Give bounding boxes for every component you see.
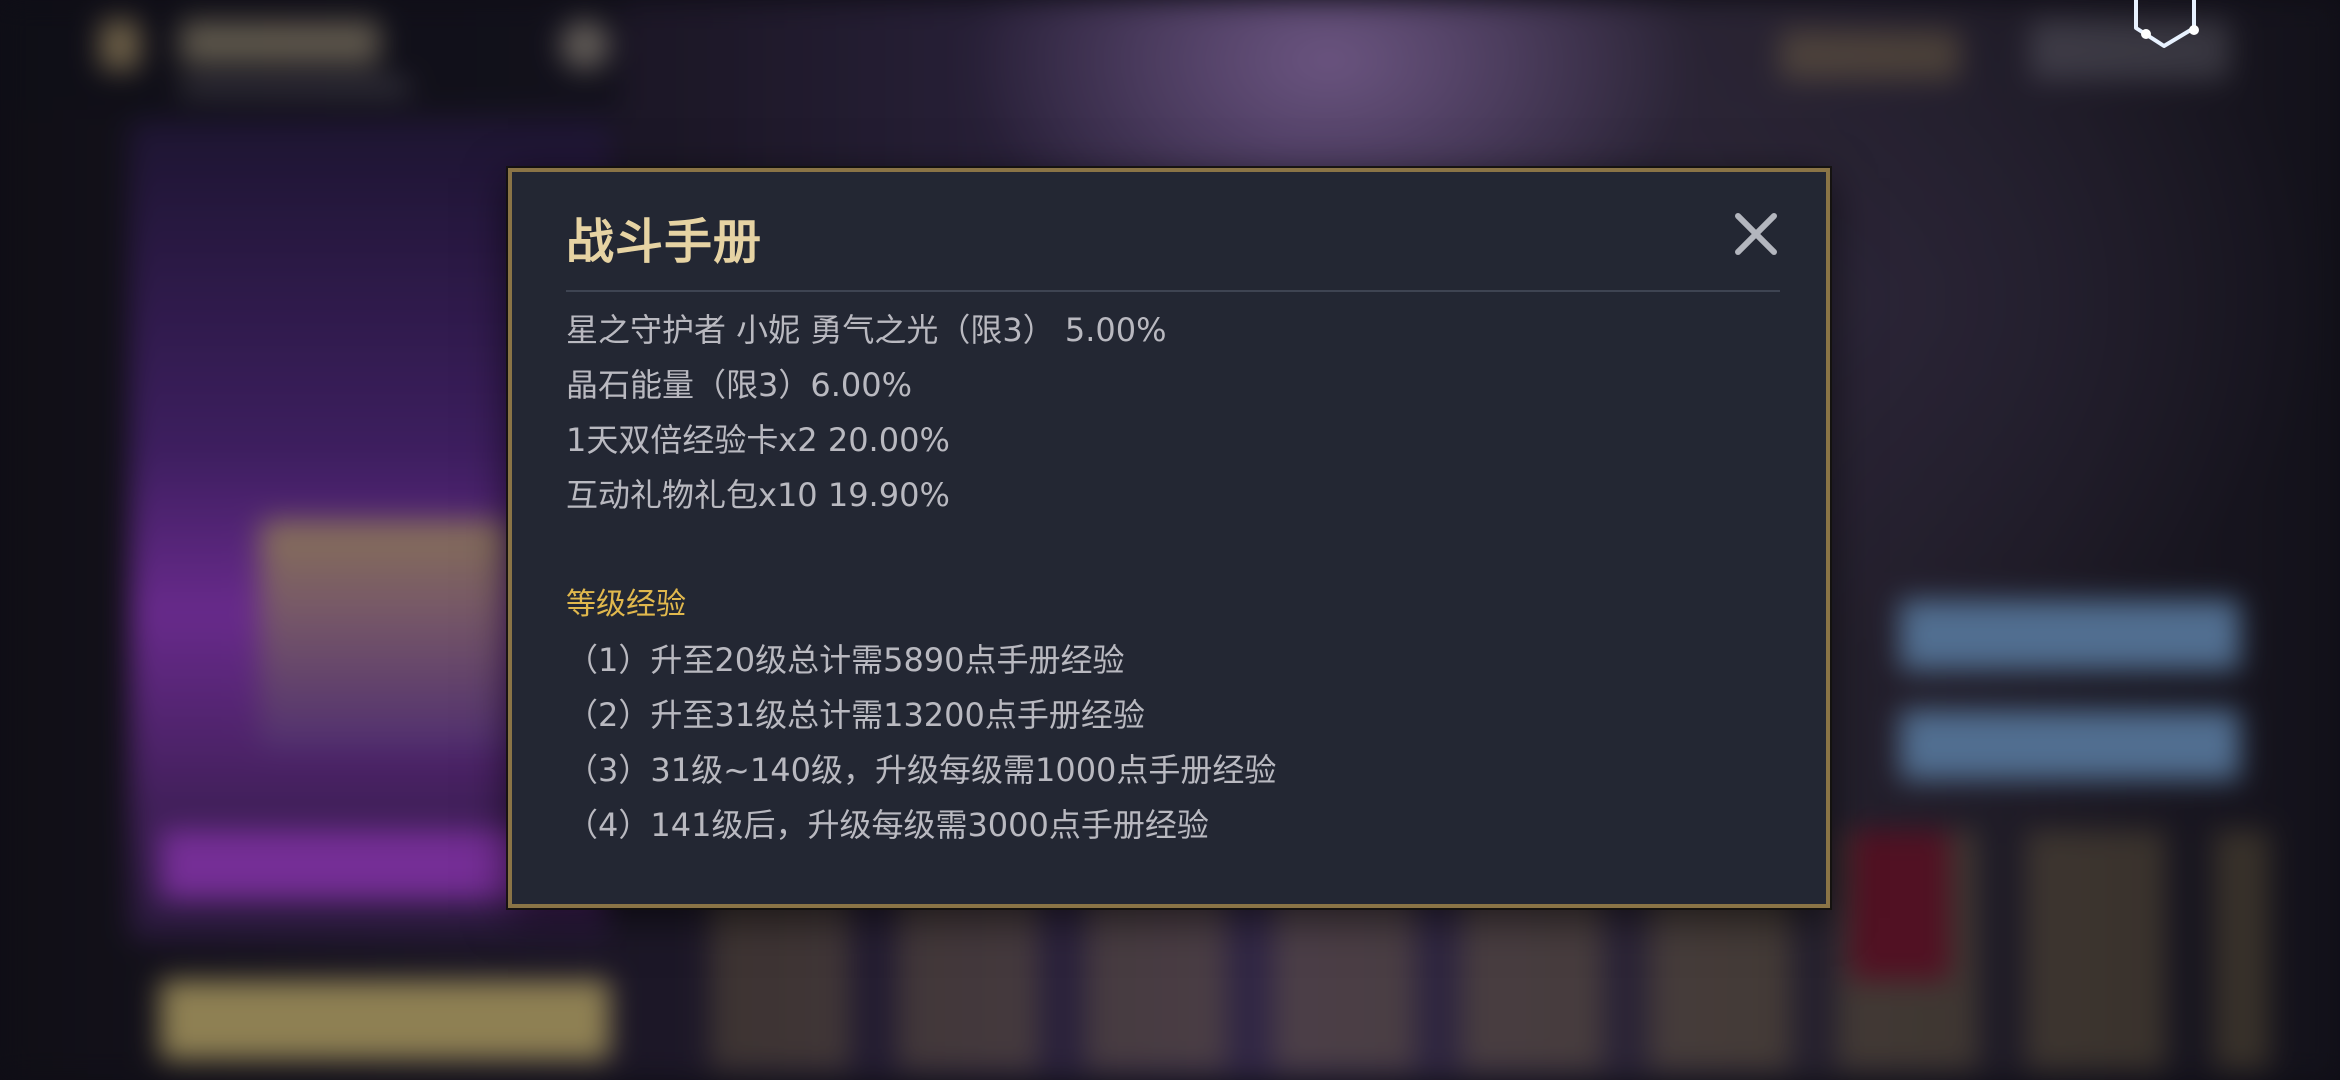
close-button[interactable] xyxy=(1732,210,1780,258)
level-exp-heading: 等级经验 xyxy=(566,587,686,622)
dialog-scroll-content[interactable]: 星之守护者 小妮 勇气之光（限3） 5.00% 晶石能量（限3）6.00% 1天… xyxy=(566,310,1780,890)
exp-rule-line: （3）31级~140级，升级每级需1000点手册经验 xyxy=(566,751,1277,789)
close-icon xyxy=(1735,213,1777,255)
exp-rule-line: （2）升至31级总计需13200点手册经验 xyxy=(566,696,1145,734)
hexagon-frame-icon xyxy=(2134,0,2199,48)
battle-pass-info-dialog: 战斗手册 星之守护者 小妮 勇气之光（限3） 5.00% 晶石能量（限3）6.0… xyxy=(508,168,1830,908)
game-screen: 战斗手册 星之守护者 小妮 勇气之光（限3） 5.00% 晶石能量（限3）6.0… xyxy=(0,0,2340,1080)
reward-rate-line: 互动礼物礼包x10 19.90% xyxy=(566,476,950,514)
dialog-title: 战斗手册 xyxy=(566,214,763,270)
reward-rate-line: 1天双倍经验卡x2 20.00% xyxy=(566,421,950,459)
reward-rate-line: 星之守护者 小妮 勇气之光（限3） 5.00% xyxy=(566,311,1167,349)
exp-rule-line: （4）141级后，升级每级需3000点手册经验 xyxy=(566,806,1209,844)
exp-rule-line: （1）升至20级总计需5890点手册经验 xyxy=(566,641,1125,679)
reward-rate-line: 晶石能量（限3）6.00% xyxy=(566,366,913,404)
title-divider xyxy=(566,290,1780,292)
